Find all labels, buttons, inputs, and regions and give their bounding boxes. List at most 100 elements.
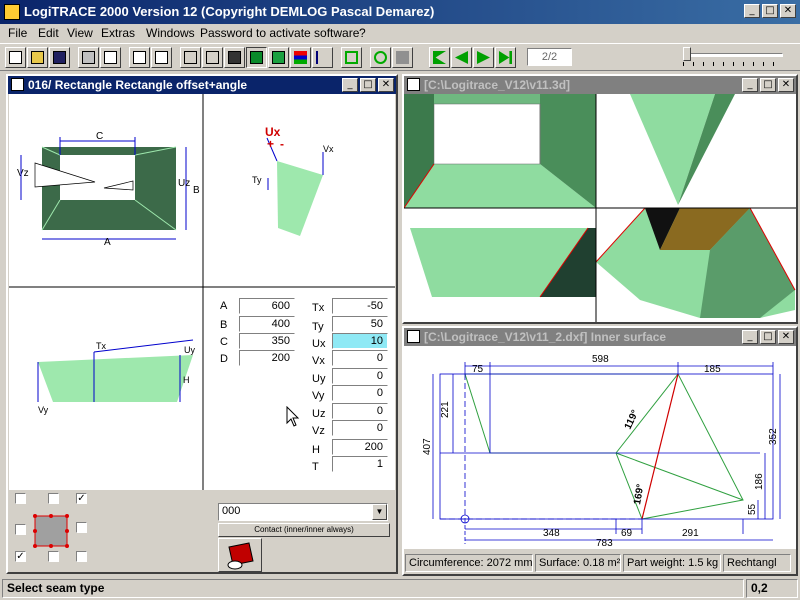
maximize-icon[interactable]: □ [762, 4, 778, 18]
param-tx-label: Tx [312, 302, 325, 314]
dim-75: 75 [472, 364, 484, 375]
view-color-button[interactable] [268, 47, 289, 68]
param-ux-field[interactable]: 10 [332, 333, 388, 349]
calculate-button[interactable] [218, 538, 262, 572]
tree-button[interactable] [312, 47, 333, 68]
menu-windows[interactable]: Windows [146, 26, 195, 40]
zoom-slider[interactable] [683, 47, 783, 69]
seam-checkbox-tr[interactable]: ✓ [76, 493, 87, 504]
menu-edit[interactable]: Edit [38, 26, 59, 40]
curve-icon [374, 51, 387, 64]
minimize-icon[interactable]: _ [342, 78, 358, 92]
close-icon[interactable]: ✕ [378, 78, 394, 92]
close-icon[interactable]: ✕ [778, 78, 794, 92]
param-c-field[interactable]: 350 [239, 333, 295, 349]
tree-icon [316, 51, 329, 64]
param-ux-label: Ux [312, 338, 326, 350]
contact-button[interactable]: Contact (inner/inner always) [218, 523, 390, 537]
green-cube-icon [250, 51, 263, 64]
param-uy-field[interactable]: 0 [332, 368, 388, 384]
view3d-canvas[interactable] [403, 94, 796, 322]
floppy-icon [53, 51, 66, 64]
param-h-label: H [312, 444, 320, 456]
param-vz-field[interactable]: 0 [332, 420, 388, 436]
first-page-button[interactable] [429, 47, 450, 68]
slider-thumb[interactable] [683, 47, 691, 61]
view-surface-button[interactable] [224, 47, 245, 68]
minimize-icon[interactable]: _ [742, 330, 758, 344]
frame-icon [345, 51, 358, 64]
next-page-button[interactable] [473, 47, 494, 68]
minimize-icon[interactable]: _ [742, 78, 758, 92]
mouse-cursor-icon [286, 406, 300, 427]
param-t-field[interactable]: 1 [332, 456, 388, 472]
dim-352: 352 [768, 428, 779, 445]
tool-gray-button[interactable] [392, 47, 413, 68]
seam-type-combo[interactable]: 000 ▼ [218, 503, 388, 521]
tool-button-6[interactable] [129, 47, 150, 68]
tool-button-7[interactable] [151, 47, 172, 68]
menu-extras[interactable]: Extras [101, 26, 135, 40]
maximize-icon[interactable]: □ [760, 330, 776, 344]
layers-button[interactable] [290, 47, 311, 68]
param-h-field[interactable]: 200 [332, 439, 388, 455]
param-ty-field[interactable]: 50 [332, 316, 388, 332]
seam-checkbox-br[interactable] [76, 551, 87, 562]
shape-status: Rechtangl [723, 554, 791, 572]
param-b-field[interactable]: 400 [239, 316, 295, 332]
seam-shape-icon [33, 514, 69, 548]
menu-view[interactable]: View [67, 26, 93, 40]
param-a-label: A [220, 300, 228, 312]
cube-outline-icon [184, 51, 197, 64]
seam-checkbox-tc[interactable] [48, 493, 59, 504]
param-d-field[interactable]: 200 [239, 350, 295, 366]
menu-help[interactable]: ? [359, 26, 366, 40]
menu-file[interactable]: File [8, 26, 27, 40]
seam-checkbox-bc[interactable] [48, 551, 59, 562]
save-button[interactable] [49, 47, 70, 68]
param-uy-label: Uy [312, 373, 326, 385]
chevron-down-icon[interactable]: ▼ [372, 504, 387, 520]
param-tx-field[interactable]: -50 [332, 298, 388, 314]
prev-page-button[interactable] [451, 47, 472, 68]
print-button[interactable] [78, 47, 99, 68]
minimize-icon[interactable]: _ [744, 4, 760, 18]
view-green-button[interactable] [246, 47, 267, 68]
seam-checkbox-tl[interactable] [15, 493, 26, 504]
open-button[interactable] [27, 47, 48, 68]
frame-button[interactable] [341, 47, 362, 68]
param-a-field[interactable]: 600 [239, 298, 295, 314]
uy-label: Uy [184, 345, 195, 355]
param-vx-field[interactable]: 0 [332, 350, 388, 366]
dim-221: 221 [440, 401, 451, 418]
param-vz-label: Vz [312, 425, 325, 437]
last-page-button[interactable] [495, 47, 516, 68]
seam-checkbox-ml[interactable] [15, 524, 26, 535]
dim-a-label: A [104, 237, 111, 248]
param-vx-label: Vx [312, 355, 325, 367]
arrow-left-icon [455, 51, 468, 64]
view-box-button[interactable] [202, 47, 223, 68]
printer-icon [82, 51, 95, 64]
slider-track [683, 53, 783, 57]
close-icon[interactable]: ✕ [780, 4, 796, 18]
view-wire-button[interactable] [180, 47, 201, 68]
print-preview-icon [104, 51, 117, 64]
param-uz-field[interactable]: 0 [332, 403, 388, 419]
menu-password[interactable]: Password to activate software [200, 26, 359, 40]
color-cube-icon [272, 51, 285, 64]
curve-button[interactable] [370, 47, 391, 68]
dxf-canvas[interactable]: 75 598 185 221 407 352 186 55 348 69 291… [404, 346, 796, 549]
new-file-button[interactable] [5, 47, 26, 68]
seam-checkbox-mr[interactable] [76, 522, 87, 533]
vx-label-top: Vx [323, 144, 334, 154]
view3d-svg [403, 94, 796, 322]
parameters-window-title: 016/ Rectangle Rectangle offset+angle [28, 78, 248, 92]
dxf-svg: 75 598 185 221 407 352 186 55 348 69 291… [422, 354, 781, 549]
close-icon[interactable]: ✕ [778, 330, 794, 344]
seam-checkbox-bl[interactable]: ✓ [15, 551, 26, 562]
print-preview-button[interactable] [100, 47, 121, 68]
param-vy-field[interactable]: 0 [332, 385, 388, 401]
maximize-icon[interactable]: □ [360, 78, 376, 92]
maximize-icon[interactable]: □ [760, 78, 776, 92]
